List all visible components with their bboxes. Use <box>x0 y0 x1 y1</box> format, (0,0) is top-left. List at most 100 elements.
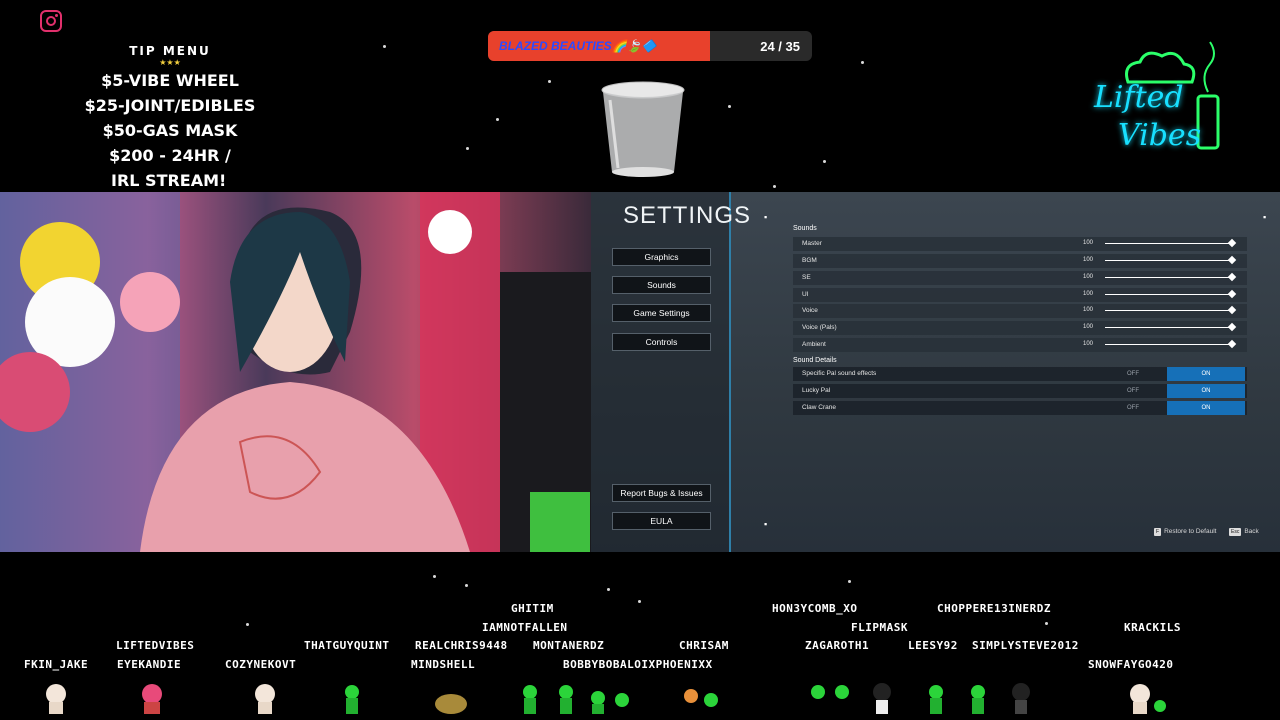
frog-group-avatar-icon <box>523 685 629 714</box>
toggle-on-option[interactable]: ON <box>1167 401 1245 415</box>
slider-knob[interactable] <box>1227 255 1237 265</box>
tip-menu-item: $200 - 24HR / <box>109 146 231 165</box>
slider-row-ambient[interactable]: Ambient 100 <box>793 338 1247 352</box>
back-hint[interactable]: Esc Back <box>1229 528 1259 536</box>
graphics-button[interactable]: Graphics <box>612 248 711 266</box>
tip-menu-item: IRL STREAM! <box>111 171 227 190</box>
sounds-button[interactable]: Sounds <box>612 276 711 294</box>
slider-label: Voice (Pals) <box>802 324 837 331</box>
toggle-off-option[interactable]: OFF <box>1101 401 1165 415</box>
frog-pair-avatar-icon <box>811 685 849 699</box>
slider-label: Voice <box>802 307 818 314</box>
toggle-row-claw-crane: Claw Crane OFF ON <box>793 401 1247 415</box>
slider-label: Ambient <box>802 341 826 348</box>
slider-row-bgm[interactable]: BGM 100 <box>793 254 1247 268</box>
star <box>466 147 469 150</box>
cat-girl-avatar-icon <box>46 684 66 714</box>
star <box>848 580 851 583</box>
chat-username: HON3YCOMB_XO <box>772 602 858 615</box>
slider-row-voice[interactable]: Voice 100 <box>793 304 1247 318</box>
slider-track[interactable] <box>1105 289 1237 299</box>
chat-username: IAMNOTFALLEN <box>482 621 568 634</box>
slider-value: 100 <box>1083 257 1094 263</box>
tip-cup-icon <box>601 81 685 177</box>
webcam-image <box>0 192 591 552</box>
star <box>773 185 776 188</box>
toggle-on-option[interactable]: ON <box>1167 367 1245 381</box>
restore-default-hint[interactable]: F Restore to Default <box>1154 528 1216 536</box>
chat-username: EYEKANDIE <box>117 658 182 671</box>
slider-track[interactable] <box>1105 339 1237 349</box>
chat-username: ZAGAROTH1 <box>805 639 870 652</box>
stars-icon: ★★★ <box>159 58 181 67</box>
chat-username: CHOPPERE13INERDZ <box>937 602 1051 615</box>
slider-track[interactable] <box>1105 238 1237 248</box>
tip-menu-title: TIP MENU <box>129 44 211 58</box>
logo-text-line2: Vibes <box>1118 118 1202 153</box>
back-keycap: Esc <box>1229 528 1242 536</box>
chat-username: BOBBYBOBALOIXPHOENIXX <box>563 658 713 671</box>
slider-knob[interactable] <box>1227 322 1237 332</box>
slider-knob[interactable] <box>1227 238 1237 248</box>
eula-button[interactable]: EULA <box>612 512 711 530</box>
slider-knob[interactable] <box>1227 339 1237 349</box>
tip-menu-item: $25-JOINT/EDIBLES <box>84 96 256 115</box>
slider-knob[interactable] <box>1227 289 1237 299</box>
corner-mark: ▪ <box>764 212 768 222</box>
star <box>638 600 641 603</box>
slider-label: Master <box>802 240 822 247</box>
toggle-label: Lucky Pal <box>802 387 831 394</box>
slider-knob[interactable] <box>1227 272 1237 282</box>
chat-username: KRACKILS <box>1124 621 1181 634</box>
star <box>383 45 386 48</box>
slider-row-voice-pals[interactable]: Voice (Pals) 100 <box>793 321 1247 335</box>
slider-value: 100 <box>1083 274 1094 280</box>
slider-label: SE <box>802 274 811 281</box>
webcam-feed <box>0 192 591 552</box>
sound-details-header: Sound Details <box>793 357 837 364</box>
corner-mark: ▪ <box>1263 212 1267 222</box>
slider-row-master[interactable]: Master 100 <box>793 237 1247 251</box>
chat-username: CHRISAM <box>679 639 729 652</box>
slider-value: 100 <box>1083 324 1094 330</box>
toggle-on-option[interactable]: ON <box>1167 384 1245 398</box>
goal-count: 24 / 35 <box>760 39 800 54</box>
slider-track[interactable] <box>1105 255 1237 265</box>
frog-avatar-icon <box>929 685 943 714</box>
chat-username: MONTANERDZ <box>533 639 605 652</box>
slider-track[interactable] <box>1105 305 1237 315</box>
star <box>1045 622 1048 625</box>
chat-username: GHITIM <box>511 602 554 615</box>
settings-title: SETTINGS <box>623 202 752 229</box>
chat-username: COZYNEKOVT <box>225 658 297 671</box>
frog-avatar-icon <box>971 685 985 714</box>
slider-value: 100 <box>1083 307 1094 313</box>
slider-track[interactable] <box>1105 322 1237 332</box>
toggle-label: Specific Pal sound effects <box>802 370 877 377</box>
tip-menu-item: $5-VIBE WHEEL <box>101 71 239 90</box>
controls-button[interactable]: Controls <box>612 333 711 351</box>
game-settings-button[interactable]: Game Settings <box>612 304 711 322</box>
cat-girl-avatar-icon <box>1130 684 1166 714</box>
corner-mark: ▪ <box>764 519 768 529</box>
star <box>433 575 436 578</box>
chat-username: SNOWFAYGO420 <box>1088 658 1174 671</box>
tip-menu-item: $50-GAS MASK <box>102 121 238 140</box>
report-bugs-button[interactable]: Report Bugs & Issues <box>612 484 711 502</box>
star <box>861 61 864 64</box>
slider-row-ui[interactable]: UI 100 <box>793 288 1247 302</box>
toggle-off-option[interactable]: OFF <box>1101 367 1165 381</box>
instagram-icon <box>40 10 62 32</box>
tip-menu: TIP MENU ★★★ $5-VIBE WHEEL $25-JOINT/EDI… <box>60 44 280 193</box>
slider-row-se[interactable]: SE 100 <box>793 271 1247 285</box>
lifted-vibes-logo: Lifted Vibes <box>1086 36 1236 166</box>
back-label: Back <box>1244 528 1259 535</box>
slider-knob[interactable] <box>1227 305 1237 315</box>
chat-username: LIFTEDVIBES <box>116 639 195 652</box>
chat-username: FKIN_JAKE <box>24 658 89 671</box>
slider-value: 100 <box>1083 341 1094 347</box>
slider-track[interactable] <box>1105 272 1237 282</box>
toad-avatar-icon <box>435 694 467 714</box>
star <box>465 584 468 587</box>
toggle-off-option[interactable]: OFF <box>1101 384 1165 398</box>
